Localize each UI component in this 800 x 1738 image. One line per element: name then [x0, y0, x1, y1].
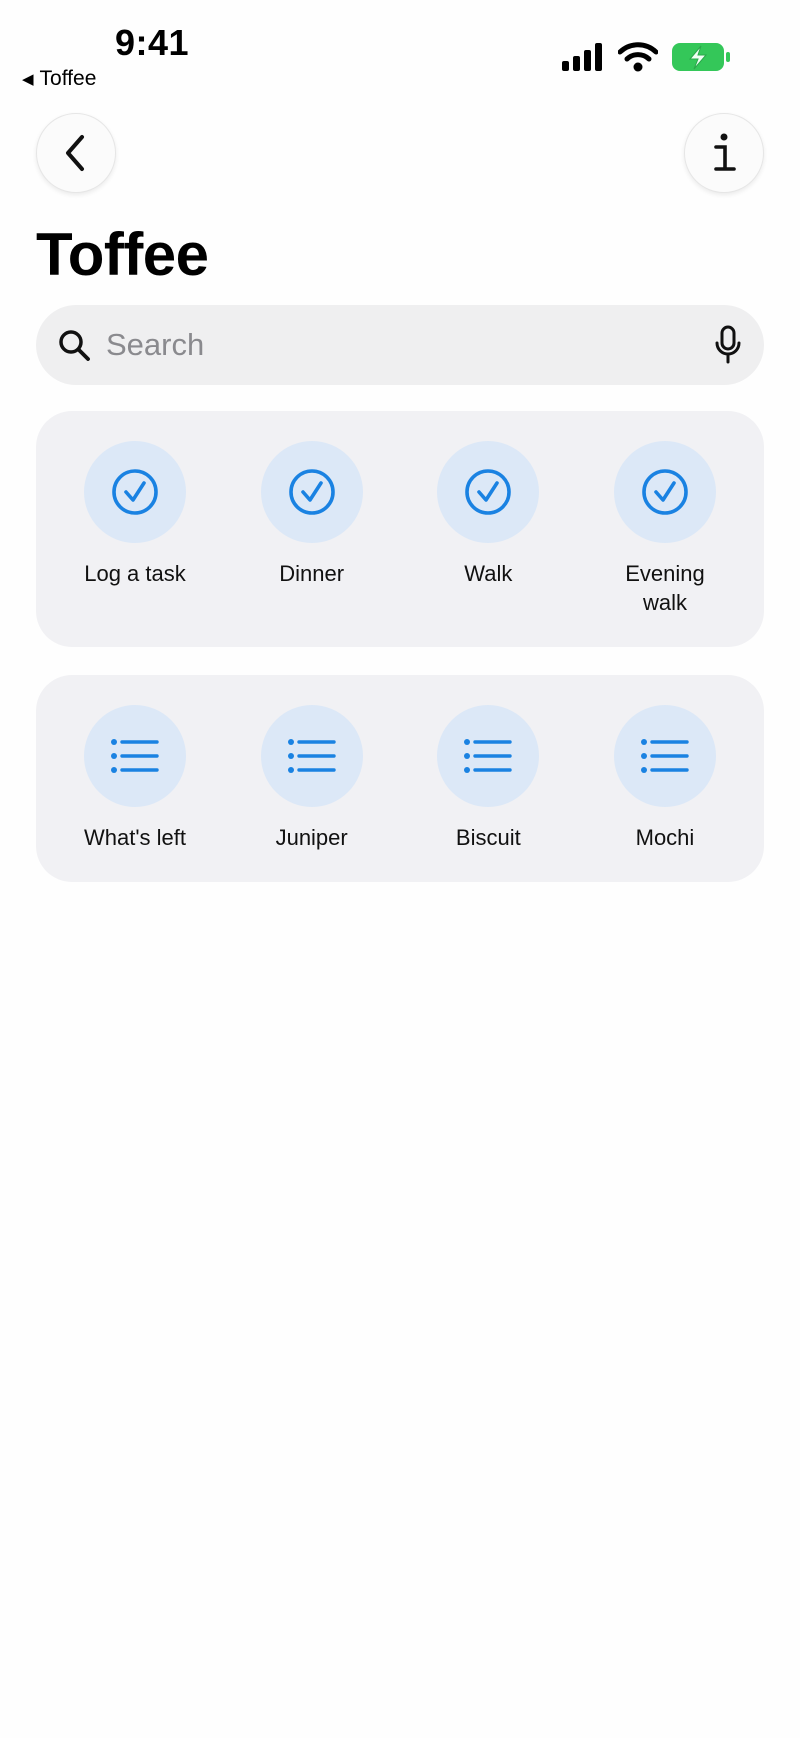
action-bubble [84, 441, 186, 543]
back-to-app-link[interactable]: ◀ Toffee [22, 67, 96, 91]
microphone-icon[interactable] [714, 325, 742, 365]
lists-card: What's left Juniper Biscuit Mochi [36, 675, 764, 882]
checkmark-circle-icon [112, 469, 158, 515]
list-juniper[interactable]: Juniper [241, 705, 383, 882]
list-label: Mochi [635, 825, 695, 850]
screen: 9:41 ◀ Toffee Toffee Search Log a task D… [0, 0, 800, 1738]
search-input[interactable]: Search [106, 327, 714, 363]
checkmark-circle-icon [642, 469, 688, 515]
list-icon [640, 739, 689, 773]
chevron-left-icon [66, 135, 84, 171]
page-title: Toffee [36, 221, 209, 288]
list-icon [287, 739, 336, 773]
cellular-signal-icon [562, 43, 602, 71]
checkmark-circle-icon [288, 469, 335, 515]
action-label: Dinner [279, 561, 345, 586]
status-icons [562, 42, 732, 72]
action-walk[interactable]: Walk [417, 441, 559, 647]
list-label: What's left [83, 825, 186, 850]
action-bubble [613, 441, 716, 543]
list-mochi[interactable]: Mochi [594, 705, 736, 882]
checkmark-circle-icon [465, 469, 512, 515]
action-dinner[interactable]: Dinner [241, 441, 383, 647]
action-bubble [260, 441, 363, 543]
list-bubble [437, 705, 540, 807]
status-time: 9:41 [115, 22, 190, 63]
quick-actions-card: Log a task Dinner Walk Evening walk [36, 411, 764, 647]
list-label: Biscuit [455, 825, 521, 850]
list-bubble [84, 705, 186, 807]
search-icon [59, 330, 90, 361]
search-bar[interactable]: Search [36, 305, 764, 385]
wifi-icon [618, 42, 658, 72]
action-log-a-task[interactable]: Log a task [64, 441, 206, 647]
back-triangle-icon: ◀ [22, 71, 34, 88]
info-icon [714, 133, 736, 171]
info-button[interactable] [684, 113, 764, 193]
battery-charging-icon [672, 43, 730, 71]
list-whats-left[interactable]: What's left [64, 705, 206, 882]
list-bubble [613, 705, 716, 807]
action-bubble [437, 441, 540, 543]
list-label: Juniper [275, 825, 348, 850]
action-label: Walk [464, 561, 513, 586]
list-icon [464, 739, 513, 773]
action-evening-walk[interactable]: Evening walk [594, 441, 736, 647]
back-button[interactable] [36, 113, 116, 193]
action-label: Evening walk [625, 561, 705, 615]
list-biscuit[interactable]: Biscuit [417, 705, 559, 882]
action-label: Log a task [84, 561, 186, 586]
list-icon [111, 739, 159, 773]
list-bubble [260, 705, 363, 807]
back-app-label: Toffee [39, 67, 97, 90]
